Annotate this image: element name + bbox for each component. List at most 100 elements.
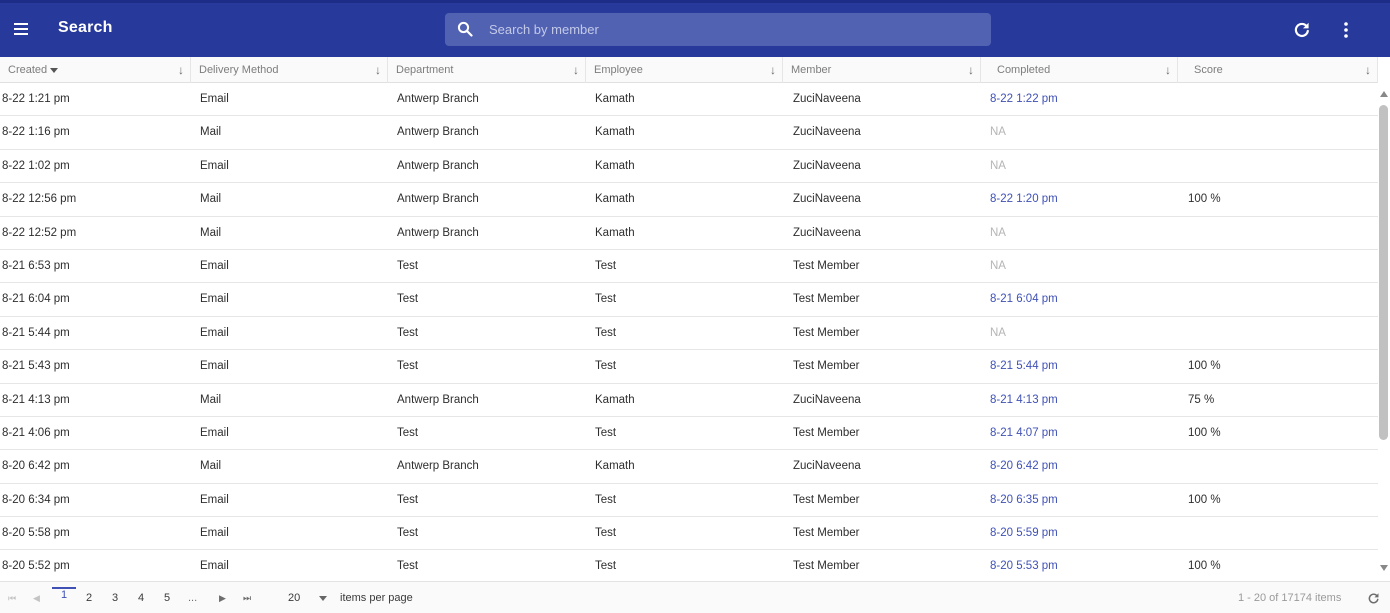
cell-created: 8-21 4:06 pm <box>2 426 70 439</box>
cell-completed[interactable]: 8-20 5:53 pm <box>990 550 1058 581</box>
app-window: Search Created ↓ Delivery Method ↓ <box>0 0 1390 613</box>
cell-employee: Kamath <box>595 226 635 239</box>
page-number[interactable]: 3 <box>112 582 118 613</box>
cell-completed[interactable]: 8-21 6:04 pm <box>990 283 1058 316</box>
table-row[interactable]: 8-21 5:43 pm Email Test Test Test Member 8-21… <box>0 350 1378 384</box>
table-body: 8-22 1:21 pm Email Antwerp Branch Kamath Zuc… <box>0 83 1378 581</box>
cell-department: Antwerp Branch <box>397 393 479 406</box>
table-row[interactable]: 8-21 6:04 pm Email Test Test Test Member 8-21… <box>0 283 1378 317</box>
sort-arrow-icon[interactable]: ↓ <box>770 57 776 83</box>
sort-arrow-icon[interactable]: ↓ <box>178 57 184 83</box>
cell-created: 8-20 5:58 pm <box>2 527 70 540</box>
table-row[interactable]: 8-20 6:42 pm Mail Antwerp Branch Kamath Zuci… <box>0 450 1378 484</box>
prev-page-icon[interactable]: ◀ <box>33 582 40 613</box>
cell-member: ZuciNaveena <box>793 393 861 406</box>
cell-completed[interactable]: 8-21 4:13 pm <box>990 384 1058 417</box>
table-row[interactable]: 8-21 6:53 pm Email Test Test Test Member NA <box>0 250 1378 284</box>
sort-arrow-icon[interactable]: ↓ <box>1165 57 1171 83</box>
page-size-select[interactable]: 20 <box>288 582 328 613</box>
table-row[interactable]: 8-20 5:58 pm Email Test Test Test Member 8-20… <box>0 517 1378 551</box>
vertical-scrollbar[interactable] <box>1378 83 1390 581</box>
cell-delivery-method: Email <box>200 560 229 573</box>
scroll-up-icon[interactable] <box>1380 91 1388 97</box>
cell-delivery-method: Email <box>200 159 229 172</box>
sort-arrow-icon[interactable]: ↓ <box>968 57 974 83</box>
cell-member: ZuciNaveena <box>793 159 861 172</box>
page-number-current[interactable]: 1 <box>52 587 76 601</box>
cell-completed[interactable]: 8-21 4:07 pm <box>990 417 1058 450</box>
cell-member: Test Member <box>793 360 860 373</box>
cell-completed[interactable]: 8-20 5:59 pm <box>990 517 1058 550</box>
scrollbar-thumb[interactable] <box>1379 105 1388 440</box>
cell-department: Test <box>397 326 419 339</box>
cell-completed[interactable]: 8-22 1:20 pm <box>990 183 1058 216</box>
table-row[interactable]: 8-20 5:52 pm Email Test Test Test Member 8-20… <box>0 550 1378 581</box>
page-number[interactable]: 2 <box>86 582 92 613</box>
next-page-icon[interactable]: ▶ <box>219 582 226 613</box>
column-header-label: Completed <box>997 64 1051 76</box>
more-vert-icon[interactable] <box>1337 21 1355 39</box>
cell-created: 8-21 5:44 pm <box>2 326 70 339</box>
cell-department: Test <box>397 360 419 373</box>
table-row[interactable]: 8-22 1:21 pm Email Antwerp Branch Kamath Zuc… <box>0 83 1378 117</box>
cell-completed[interactable]: 8-20 6:35 pm <box>990 484 1058 517</box>
table-row[interactable]: 8-20 6:34 pm Email Test Test Test Member 8-20… <box>0 484 1378 518</box>
table-row[interactable]: 8-22 1:02 pm Email Antwerp Branch Kamath Zuc… <box>0 150 1378 184</box>
cell-score: 100 % <box>1188 360 1221 373</box>
scroll-down-icon[interactable] <box>1380 565 1388 571</box>
cell-completed[interactable]: 8-20 6:42 pm <box>990 450 1058 483</box>
cell-created: 8-21 4:13 pm <box>2 393 70 406</box>
search-box[interactable] <box>445 13 991 46</box>
cell-employee: Test <box>595 360 617 373</box>
page-title: Search <box>58 19 113 36</box>
cell-created: 8-20 6:34 pm <box>2 493 70 506</box>
cell-completed[interactable]: 8-22 1:22 pm <box>990 83 1058 116</box>
refresh-icon[interactable] <box>1367 592 1380 605</box>
cell-delivery-method: Email <box>200 93 229 105</box>
column-header-employee[interactable]: Employee ↓ <box>586 57 783 83</box>
cell-delivery-method: Email <box>200 326 229 339</box>
page-number[interactable]: 4 <box>138 582 144 613</box>
column-header-delivery-method[interactable]: Delivery Method ↓ <box>191 57 388 83</box>
cell-employee: Test <box>595 293 617 306</box>
cell-department: Test <box>397 259 419 272</box>
cell-completed: NA <box>990 326 1006 339</box>
cell-delivery-method: Email <box>200 360 229 373</box>
table-row[interactable]: 8-22 12:52 pm Mail Antwerp Branch Kamath Zuc… <box>0 217 1378 250</box>
chevron-down-icon <box>319 595 328 601</box>
menu-icon[interactable] <box>12 17 34 39</box>
page-number[interactable]: 5 <box>164 582 170 613</box>
cell-department: Test <box>397 426 419 439</box>
sort-arrow-icon[interactable]: ↓ <box>573 57 579 83</box>
column-header-completed[interactable]: Completed ↓ <box>981 57 1178 83</box>
column-header-member[interactable]: Member ↓ <box>783 57 981 83</box>
cell-delivery-method: Mail <box>200 393 222 406</box>
column-header-department[interactable]: Department ↓ <box>388 57 586 83</box>
table-row[interactable]: 8-21 4:06 pm Email Test Test Test Member 8-21… <box>0 417 1378 451</box>
cell-created: 8-21 6:04 pm <box>2 293 70 306</box>
sort-arrow-icon[interactable]: ↓ <box>375 57 381 83</box>
table-row[interactable]: 8-22 1:16 pm Mail Antwerp Branch Kamath Zuci… <box>0 116 1378 150</box>
cell-created: 8-21 6:53 pm <box>2 259 70 272</box>
page-ellipsis[interactable]: ... <box>188 582 197 613</box>
first-page-icon[interactable]: ⏮ <box>8 582 16 613</box>
cell-created: 8-22 12:52 pm <box>2 226 77 239</box>
cell-member: ZuciNaveena <box>793 193 861 206</box>
column-header-score[interactable]: Score ↓ <box>1178 57 1378 83</box>
top-app-bar: Search <box>0 0 1390 57</box>
refresh-icon[interactable] <box>1293 21 1311 39</box>
table-row[interactable]: 8-22 12:56 pm Mail Antwerp Branch Kamath Zuc… <box>0 183 1378 217</box>
cell-employee: Test <box>595 527 617 540</box>
cell-department: Test <box>397 493 419 506</box>
last-page-icon[interactable]: ⏭ <box>243 582 251 613</box>
cell-score: 100 % <box>1188 426 1221 439</box>
cell-created: 8-22 1:16 pm <box>2 126 70 139</box>
column-header-created[interactable]: Created ↓ <box>0 57 191 83</box>
table-row[interactable]: 8-21 4:13 pm Mail Antwerp Branch Kamath Zuci… <box>0 384 1378 417</box>
sort-arrow-icon[interactable]: ↓ <box>1365 57 1371 83</box>
cell-created: 8-22 1:21 pm <box>2 93 70 105</box>
search-input[interactable] <box>489 13 979 46</box>
cell-completed[interactable]: 8-21 5:44 pm <box>990 350 1058 383</box>
table-row[interactable]: 8-21 5:44 pm Email Test Test Test Member NA <box>0 317 1378 351</box>
cell-member: ZuciNaveena <box>793 226 861 239</box>
